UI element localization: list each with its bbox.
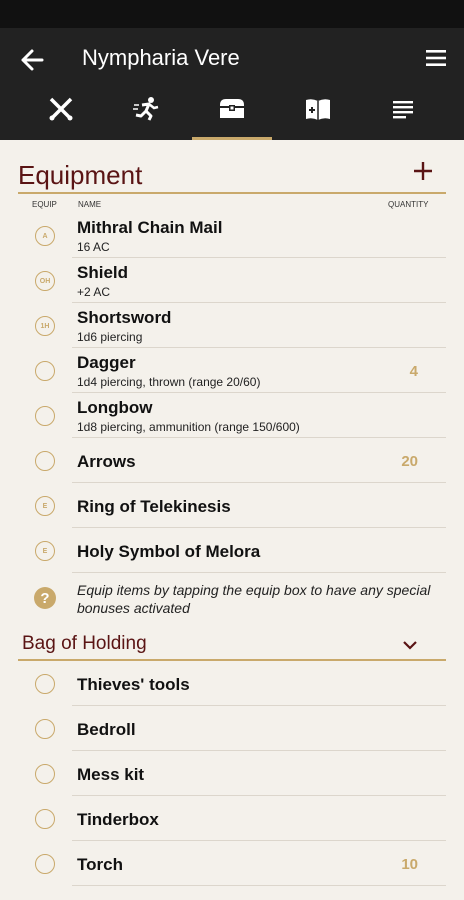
equip-toggle[interactable] [35, 361, 55, 381]
item-name: Dagger [77, 353, 136, 372]
col-name: NAME [78, 200, 102, 209]
equipment-row[interactable]: E Ring of Telekinesis [0, 483, 464, 528]
equipment-row[interactable]: OH Shield +2 AC [0, 258, 464, 303]
app-bar: Nympharia Vere [0, 28, 464, 140]
divider [72, 885, 446, 886]
bag-row[interactable]: Bedroll [0, 706, 464, 751]
bag-header[interactable]: Bag of Holding [18, 633, 446, 661]
item-quantity[interactable]: 10 [401, 856, 418, 873]
equip-toggle[interactable] [35, 674, 55, 694]
tab-notes[interactable] [363, 90, 443, 140]
item-name: Shield [77, 263, 129, 282]
item-name: Holy Symbol of Melora [77, 542, 261, 561]
item-details: 1d6 piercing [77, 330, 143, 344]
equip-hint: Equip items by tapping the equip box to … [77, 582, 431, 616]
bag-title: Bag of Holding [22, 633, 147, 654]
equipment-row[interactable]: Dagger 1d4 piercing, thrown (range 20/60… [0, 348, 464, 393]
item-details: 1d4 piercing, thrown (range 20/60) [77, 375, 261, 389]
item-details: +2 AC [77, 285, 111, 299]
item-name: Ring of Telekinesis [77, 497, 231, 516]
chest-icon [219, 99, 244, 118]
equipment-row[interactable]: E Holy Symbol of Melora [0, 528, 464, 573]
equip-toggle[interactable]: E [35, 541, 55, 561]
equipment-row[interactable]: A Mithral Chain Mail 16 AC [0, 213, 464, 258]
help-icon: ? [34, 587, 56, 609]
hamburger-menu-icon[interactable] [424, 46, 448, 70]
col-equip: EQUIP [32, 200, 57, 209]
equip-toggle[interactable] [35, 809, 55, 829]
crossed-swords-icon [49, 97, 73, 121]
tab-spells[interactable] [278, 90, 358, 140]
item-name: Arrows [77, 452, 136, 471]
equip-toggle[interactable]: E [35, 496, 55, 516]
equip-toggle[interactable]: A [35, 226, 55, 246]
item-quantity[interactable]: 4 [410, 363, 418, 380]
tab-inventory[interactable] [191, 90, 272, 140]
bag-row[interactable]: Torch 10 [0, 841, 464, 886]
item-details: 16 AC [77, 240, 110, 254]
bag-row[interactable]: Mess kit [0, 751, 464, 796]
equip-toggle[interactable] [35, 451, 55, 471]
add-item-icon[interactable] [410, 158, 436, 184]
equipment-header: Equipment [18, 160, 446, 194]
item-name: Shortsword [77, 308, 172, 327]
equipment-title: Equipment [18, 160, 143, 190]
item-quantity[interactable]: 20 [401, 453, 418, 470]
tab-skills[interactable] [106, 90, 186, 140]
item-details: 1d8 piercing, ammunition (range 150/600) [77, 420, 300, 434]
divider [72, 572, 446, 573]
notes-icon [393, 101, 414, 119]
bag-row[interactable]: Tinderbox [0, 796, 464, 841]
equipment-row[interactable]: 1H Shortsword 1d6 piercing [0, 303, 464, 348]
item-name: Thieves' tools [77, 675, 190, 694]
equip-toggle[interactable] [35, 406, 55, 426]
chevron-down-icon[interactable] [402, 639, 418, 651]
bag-row[interactable]: Thieves' tools [0, 661, 464, 706]
status-bar [0, 0, 464, 28]
item-name: Bedroll [77, 720, 136, 739]
item-name: Torch [77, 855, 123, 874]
equip-toggle[interactable] [35, 764, 55, 784]
equip-toggle[interactable] [35, 854, 55, 874]
spellbook-icon [305, 99, 330, 120]
tab-bar [0, 90, 464, 140]
item-name: Mithral Chain Mail [77, 218, 223, 237]
equip-toggle[interactable]: OH [35, 271, 55, 291]
equipment-row[interactable]: Longbow 1d8 piercing, ammunition (range … [0, 393, 464, 438]
character-name: Nympharia Vere [82, 45, 240, 70]
equip-toggle[interactable]: 1H [35, 316, 55, 336]
equipment-row[interactable]: Arrows 20 [0, 438, 464, 483]
back-arrow-icon[interactable] [16, 46, 48, 74]
running-icon [133, 97, 159, 121]
item-name: Longbow [77, 398, 153, 417]
item-name: Mess kit [77, 765, 145, 784]
equip-toggle[interactable] [35, 719, 55, 739]
tab-combat[interactable] [21, 90, 101, 140]
col-quantity: QUANTITY [388, 200, 429, 209]
item-name: Tinderbox [77, 810, 159, 829]
